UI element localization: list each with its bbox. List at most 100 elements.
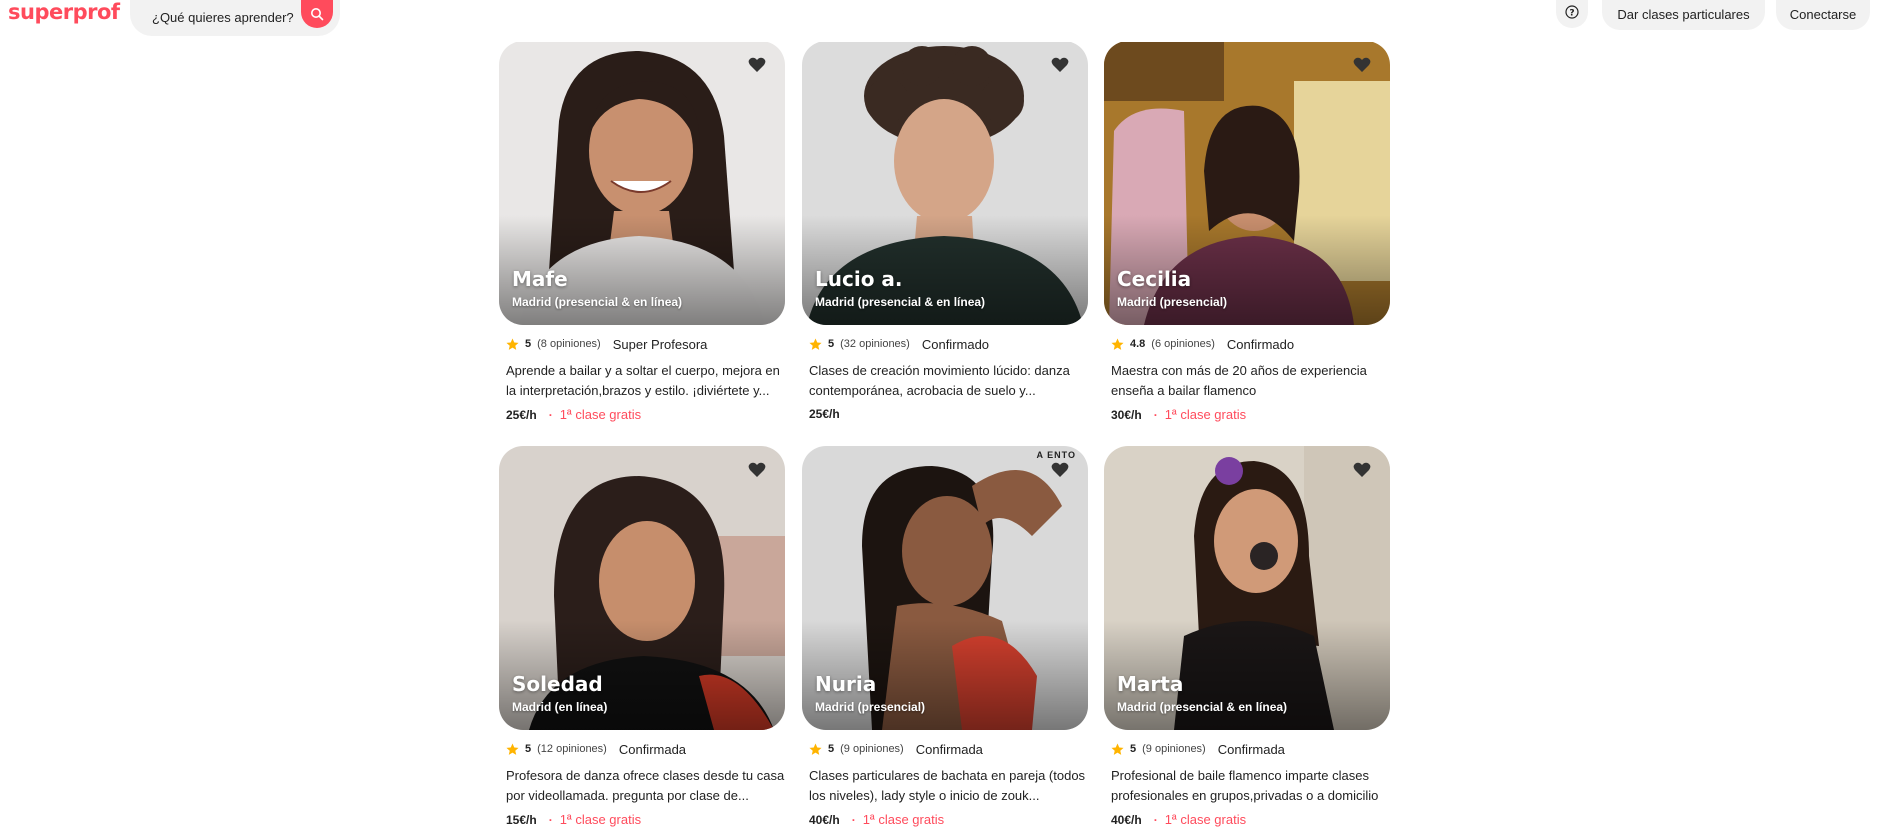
- tutor-description: Profesional de baile flamenco imparte cl…: [1111, 768, 1379, 803]
- free-class-label: 1ª clase gratis: [1164, 812, 1247, 827]
- separator-dot: ·: [1153, 407, 1158, 422]
- star-icon: [1111, 742, 1124, 755]
- status-badge: Confirmada: [618, 741, 687, 757]
- tutor-card[interactable]: Soledad Madrid (en línea) 5 (12 opinione…: [499, 446, 785, 827]
- tutor-location: Madrid (presencial & en línea): [815, 295, 986, 309]
- tutor-location: Madrid (presencial): [1117, 295, 1228, 309]
- rating-row: 5 (9 opiniones) Confirmada: [1104, 740, 1390, 758]
- tutor-name: Mafe: [512, 267, 568, 291]
- tutor-location: Madrid (en línea): [512, 700, 608, 714]
- tutor-photo[interactable]: Cecilia Madrid (presencial): [1104, 41, 1390, 325]
- rating-row: 5 (8 opiniones) Super Profesora: [499, 335, 785, 353]
- tutor-photo[interactable]: A ENTO Nuria Madrid (presencial): [802, 446, 1088, 730]
- tutor-photo[interactable]: Soledad Madrid (en línea): [499, 446, 785, 730]
- price-row: 25€/h: [802, 407, 1088, 421]
- price: 25€/h: [809, 407, 840, 421]
- free-class-label: 1ª clase gratis: [862, 812, 945, 827]
- top-bar: superprof ¿Qué quieres aprender? ? Dar c…: [0, 0, 1877, 42]
- free-class-label: 1ª clase gratis: [559, 407, 642, 422]
- tutor-name: Cecilia: [1117, 267, 1192, 291]
- separator-dot: ·: [548, 407, 553, 422]
- free-class-label: 1ª clase gratis: [1164, 407, 1247, 422]
- rating-row: 5 (9 opiniones) Confirmada: [802, 740, 1088, 758]
- opinions-count: (9 opiniones): [840, 743, 904, 755]
- rating-value: 5: [828, 338, 835, 350]
- separator-dot: ·: [1153, 812, 1158, 827]
- svg-text:?: ?: [1569, 8, 1574, 18]
- tutor-description: Aprende a bailar y a soltar el cuerpo, m…: [506, 363, 780, 398]
- tutor-card[interactable]: Mafe Madrid (presencial & en línea) 5 (8…: [499, 41, 785, 422]
- tutor-photo[interactable]: Marta Madrid (presencial & en línea): [1104, 446, 1390, 730]
- status-badge: Confirmado: [921, 336, 990, 352]
- rating-value: 5: [525, 743, 532, 755]
- heart-icon[interactable]: [747, 55, 767, 75]
- price-row: 40€/h · 1ª clase gratis: [802, 812, 1088, 827]
- price: 30€/h: [1111, 407, 1142, 422]
- rating-value: 5: [1130, 743, 1137, 755]
- login-button[interactable]: Conectarse: [1776, 0, 1870, 30]
- tutor-card[interactable]: Lucio a. Madrid (presencial & en línea) …: [802, 41, 1088, 421]
- heart-icon[interactable]: [747, 460, 767, 480]
- tutor-description: Maestra con más de 20 años de experienci…: [1111, 363, 1367, 398]
- rating-row: 4.8 (6 opiniones) Confirmado: [1104, 335, 1390, 353]
- search-input[interactable]: ¿Qué quieres aprender?: [152, 10, 294, 25]
- tutor-name: Marta: [1117, 672, 1184, 696]
- tutor-photo[interactable]: Mafe Madrid (presencial & en línea): [499, 41, 785, 325]
- price: 15€/h: [506, 812, 537, 827]
- tutor-location: Madrid (presencial & en línea): [1117, 700, 1288, 714]
- tutor-description: Clases de creación movimiento lúcido: da…: [809, 363, 1070, 398]
- tutor-name: Lucio a.: [815, 267, 903, 291]
- star-icon: [809, 742, 822, 755]
- tutor-card[interactable]: Cecilia Madrid (presencial) 4.8 (6 opini…: [1104, 41, 1390, 422]
- opinions-count: (8 opiniones): [537, 338, 601, 350]
- photo-tag: A ENTO: [1036, 450, 1076, 460]
- help-button[interactable]: ?: [1556, 0, 1588, 28]
- opinions-count: (6 opiniones): [1151, 338, 1215, 350]
- heart-icon[interactable]: [1352, 55, 1372, 75]
- rating-row: 5 (32 opiniones) Confirmado: [802, 335, 1088, 353]
- status-badge: Confirmada: [915, 741, 983, 757]
- tutor-location: Madrid (presencial): [815, 700, 926, 714]
- free-class-label: 1ª clase gratis: [559, 812, 642, 827]
- price: 40€/h: [1111, 812, 1142, 827]
- heart-icon[interactable]: [1050, 460, 1070, 480]
- rating-value: 4.8: [1130, 338, 1146, 350]
- price-row: 30€/h · 1ª clase gratis: [1104, 407, 1390, 422]
- tutor-photo[interactable]: Lucio a. Madrid (presencial & en línea): [802, 41, 1088, 325]
- tutor-card[interactable]: A ENTO Nuria Madrid (presencial) 5 (9 op…: [802, 446, 1088, 827]
- price-row: 40€/h · 1ª clase gratis: [1104, 812, 1390, 827]
- opinions-count: (9 opiniones): [1142, 743, 1206, 755]
- tutor-description: Profesora de danza ofrece clases desde t…: [506, 768, 785, 803]
- tutor-card[interactable]: Marta Madrid (presencial & en línea) 5 (…: [1104, 446, 1390, 827]
- star-icon: [1111, 337, 1124, 350]
- rating-row: 5 (12 opiniones) Confirmada: [499, 740, 785, 758]
- tutor-description: Clases particulares de bachata en pareja…: [809, 768, 1086, 803]
- status-badge: Super Profesora: [612, 336, 708, 352]
- price-row: 15€/h · 1ª clase gratis: [499, 812, 785, 827]
- tutor-name: Soledad: [512, 672, 603, 696]
- star-icon: [809, 337, 822, 350]
- status-badge: Confirmado: [1226, 336, 1295, 352]
- separator-dot: ·: [548, 812, 553, 827]
- heart-icon[interactable]: [1050, 55, 1070, 75]
- separator-dot: ·: [851, 812, 856, 827]
- opinions-count: (12 opiniones): [537, 743, 607, 755]
- search-icon: [311, 8, 324, 21]
- price: 25€/h: [506, 407, 537, 422]
- star-icon: [506, 337, 519, 350]
- heart-icon[interactable]: [1352, 460, 1372, 480]
- opinions-count: (32 opiniones): [840, 338, 910, 350]
- rating-value: 5: [525, 338, 532, 350]
- help-icon: ?: [1565, 5, 1579, 19]
- tutor-location: Madrid (presencial & en línea): [512, 295, 683, 309]
- price-row: 25€/h · 1ª clase gratis: [499, 407, 785, 422]
- price: 40€/h: [809, 812, 840, 827]
- give-classes-button[interactable]: Dar clases particulares: [1602, 0, 1765, 30]
- search-box[interactable]: ¿Qué quieres aprender?: [130, 0, 340, 36]
- rating-value: 5: [828, 743, 835, 755]
- status-badge: Confirmada: [1217, 741, 1285, 757]
- search-button[interactable]: [301, 0, 333, 28]
- tutor-name: Nuria: [815, 672, 877, 696]
- superprof-logo[interactable]: superprof: [8, 0, 120, 24]
- star-icon: [506, 742, 519, 755]
